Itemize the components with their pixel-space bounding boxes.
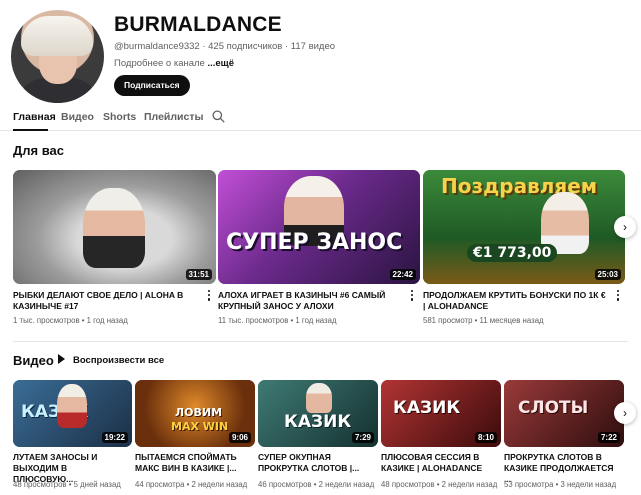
video-thumbnail[interactable]: КАЗИК 19:22 [13,380,132,447]
play-all-label: Воспроизвести все [73,355,165,366]
video-title[interactable]: ПЫТАЕМСЯ СПОЙМАТЬ МАКС ВИН В КАЗИКЕ |... [135,452,247,474]
video-meta: 11 тыс. просмотров • 1 год назад [218,316,337,325]
tab-playlists[interactable]: Плейлисты [144,111,203,123]
channel-avatar[interactable] [11,10,104,103]
section-title-videos: Видео [13,353,54,368]
channel-meta: @burmaldance9332 · 425 подписчиков · 117… [114,41,336,52]
tab-home[interactable]: Главная [13,111,56,123]
video-thumbnail[interactable]: СЛОТЫ 7:22 [504,380,624,447]
video-title[interactable]: АЛОХА ИГРАЕТ В КАЗИНЫЧ #6 САМЫЙ КРУПНЫЙ … [218,290,403,312]
video-title[interactable]: ПРОДОЛЖАЕМ КРУТИТЬ БОНУСКИ ПО 1К € | ALO… [423,290,608,312]
thumbnail-overlay-text: КАЗИК [284,412,352,432]
channel-header: BURMALDANCE @burmaldance9332 · 425 подпи… [0,0,641,103]
video-meta: 48 просмотров • 2 недели назад [381,480,498,489]
thumbnail-overlay-amount: €1 773,00 [467,244,558,262]
video-duration: 9:06 [228,432,251,443]
video-thumbnail[interactable]: КАЗИК 8:10 [381,380,501,447]
video-duration: 22:42 [389,269,416,280]
more-vert-icon[interactable] [207,290,211,302]
thumbnail-person [57,384,87,428]
thumbnail-overlay-text: КАЗИК [393,398,461,418]
channel-about[interactable]: Подробнее о канале ...ещё [114,58,234,69]
video-meta: 581 просмотр • 11 месяцев назад [423,316,544,325]
play-all-button[interactable]: Воспроизвести все [58,354,164,368]
video-thumbnail[interactable]: ЛОВИМ MAX WIN 9:06 [135,380,255,447]
video-duration: 8:10 [474,432,497,443]
video-title[interactable]: СУПЕР ОКУПНАЯ ПРОКРУТКА СЛОТОВ |... [258,452,370,474]
video-duration: 25:03 [594,269,621,280]
subscribe-button[interactable]: Подписаться [114,75,190,96]
thumbnail-person [83,188,145,268]
video-duration: 7:22 [597,432,620,443]
video-duration: 19:22 [101,432,128,443]
thumbnail-person [306,383,332,413]
thumbnail-overlay-text: СУПЕР ЗАНОС [226,230,403,255]
video-duration: 7:29 [351,432,374,443]
chevron-right-icon[interactable]: › [614,216,636,238]
video-meta: 1 тыс. просмотров • 1 год назад [13,316,128,325]
chevron-right-icon[interactable]: › [614,402,636,424]
video-thumbnail[interactable]: 31:51 [13,170,216,284]
video-title[interactable]: РЫБКИ ДЕЛАЮТ СВОЕ ДЕЛО | ALOHA В КАЗИНЫЧ… [13,290,198,312]
section-title-for-you: Для вас [13,143,64,158]
channel-about-more[interactable]: ...ещё [207,58,234,69]
video-meta: 44 просмотра • 2 недели назад [135,480,248,489]
channel-about-text: Подробнее о канале [114,58,205,69]
play-icon [58,354,65,364]
more-vert-icon[interactable] [616,290,620,302]
video-meta: 46 просмотров • 2 недели назад [258,480,375,489]
tab-shorts[interactable]: Shorts [103,111,136,123]
video-title[interactable]: ПЛЮСОВАЯ СЕССИЯ В КАЗИКЕ | ALOHADANCE [381,452,493,474]
channel-name: BURMALDANCE [114,13,282,36]
avatar-hair [21,16,93,56]
tab-videos[interactable]: Видео [61,111,94,123]
more-vert-icon[interactable] [410,290,414,302]
video-meta: 48 просмотров • 5 дней назад [13,480,121,489]
video-thumbnail[interactable]: КАЗИК 7:29 [258,380,378,447]
video-thumbnail[interactable]: СУПЕР ЗАНОС 22:42 [218,170,420,284]
active-tab-indicator [13,129,48,131]
channel-tabs: Главная Видео Shorts Плейлисты [0,103,641,131]
search-icon[interactable] [212,110,225,123]
thumbnail-overlay-text: ЛОВИМ [175,406,223,419]
video-thumbnail[interactable]: Поздравляем €1 773,00 25:03 [423,170,625,284]
video-meta: 53 просмотра • 3 недели назад [504,480,617,489]
thumbnail-overlay-text: СЛОТЫ [518,398,589,418]
thumbnail-overlay-text: MAX WIN [171,420,229,433]
video-duration: 31:51 [185,269,212,280]
section-divider [13,341,628,342]
